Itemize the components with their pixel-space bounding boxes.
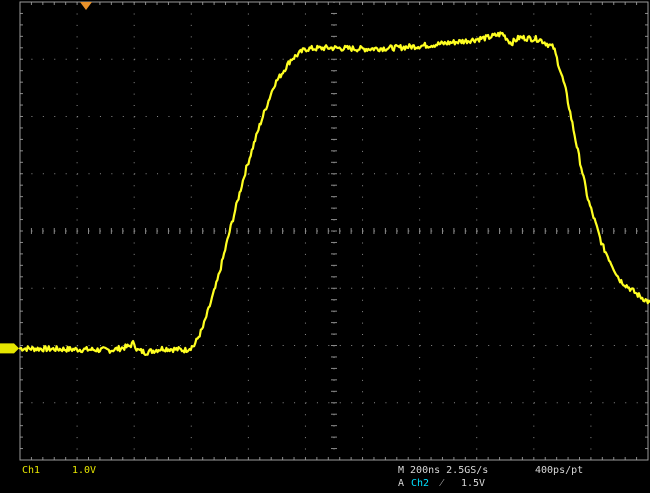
channel-label[interactable]: Ch1: [22, 464, 40, 477]
record-resolution: 400ps/pt: [535, 465, 584, 476]
volts-per-div[interactable]: 1.0V: [72, 464, 96, 477]
horizontal-readout[interactable]: M 200ns 2.5GS/s: [398, 464, 488, 477]
status-bar: Ch1 1.0V M 200ns 2.5GS/s 400ps/pt A Ch2 …: [0, 462, 650, 493]
screen-background: [0, 0, 650, 493]
trigger-mode-letter: A: [398, 478, 405, 489]
trigger-slope-icon[interactable]: ⁄: [441, 477, 443, 490]
oscilloscope-display: [0, 0, 650, 493]
trigger-level[interactable]: 1.5V: [461, 477, 485, 490]
trigger-source[interactable]: Ch2: [411, 477, 429, 490]
